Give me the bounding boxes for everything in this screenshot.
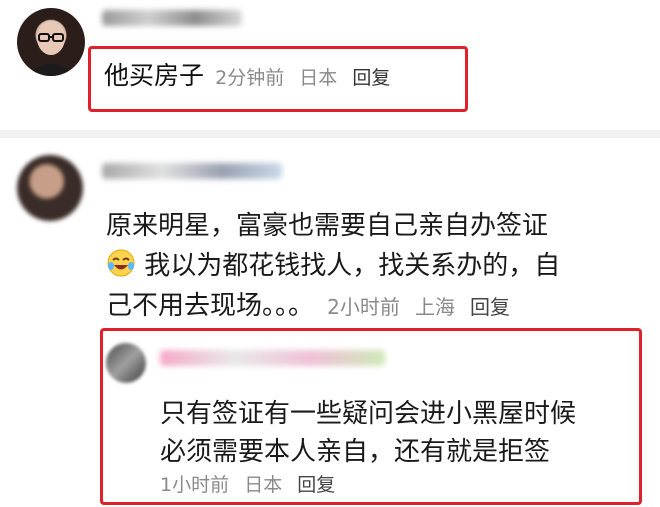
comment-text: 己不用去现场。。。 (106, 291, 315, 321)
avatar-image-icon (27, 21, 75, 76)
comment-row: 他买房子 2分钟前 日本 回复 (104, 56, 390, 92)
comment-location: 日本 (299, 67, 338, 89)
avatar[interactable] (17, 8, 85, 76)
reply-meta: 1小时前 日本 回复 (160, 470, 335, 497)
reply-button[interactable]: 回复 (470, 295, 510, 319)
comment-text: 我以为都花钱找人，找关系办的，自 (144, 251, 561, 281)
comment-location: 上海 (414, 295, 455, 319)
reply-button[interactable]: 回复 (297, 474, 335, 496)
comment-time: 2分钟前 (215, 67, 285, 89)
comment-line-2: 我以为都花钱找人，找关系办的，自 (106, 245, 560, 285)
reply-time: 1小时前 (160, 474, 230, 496)
reply-line: 必须需要本人亲自，还有就是拒签 (160, 437, 551, 467)
comment-line-3: 己不用去现场。。。 2小时前 上海 回复 (106, 285, 510, 322)
divider (0, 130, 660, 138)
reply-line: 只有签证有一些疑问会进小黑屋时候 (160, 399, 577, 429)
comment-text: 他买房子 (104, 61, 205, 90)
username-blurred[interactable] (160, 350, 385, 366)
comment-time: 2小时前 (327, 295, 400, 319)
reply-button[interactable]: 回复 (352, 67, 390, 89)
reply-location: 日本 (244, 474, 283, 496)
crying-laughing-face-icon (106, 248, 136, 285)
comment-line: 原来明星，富豪也需要自己亲自办签证 (106, 211, 549, 241)
username-blurred[interactable] (102, 10, 242, 26)
username-blurred[interactable] (102, 163, 282, 179)
avatar[interactable] (17, 155, 83, 221)
avatar[interactable] (106, 343, 146, 383)
